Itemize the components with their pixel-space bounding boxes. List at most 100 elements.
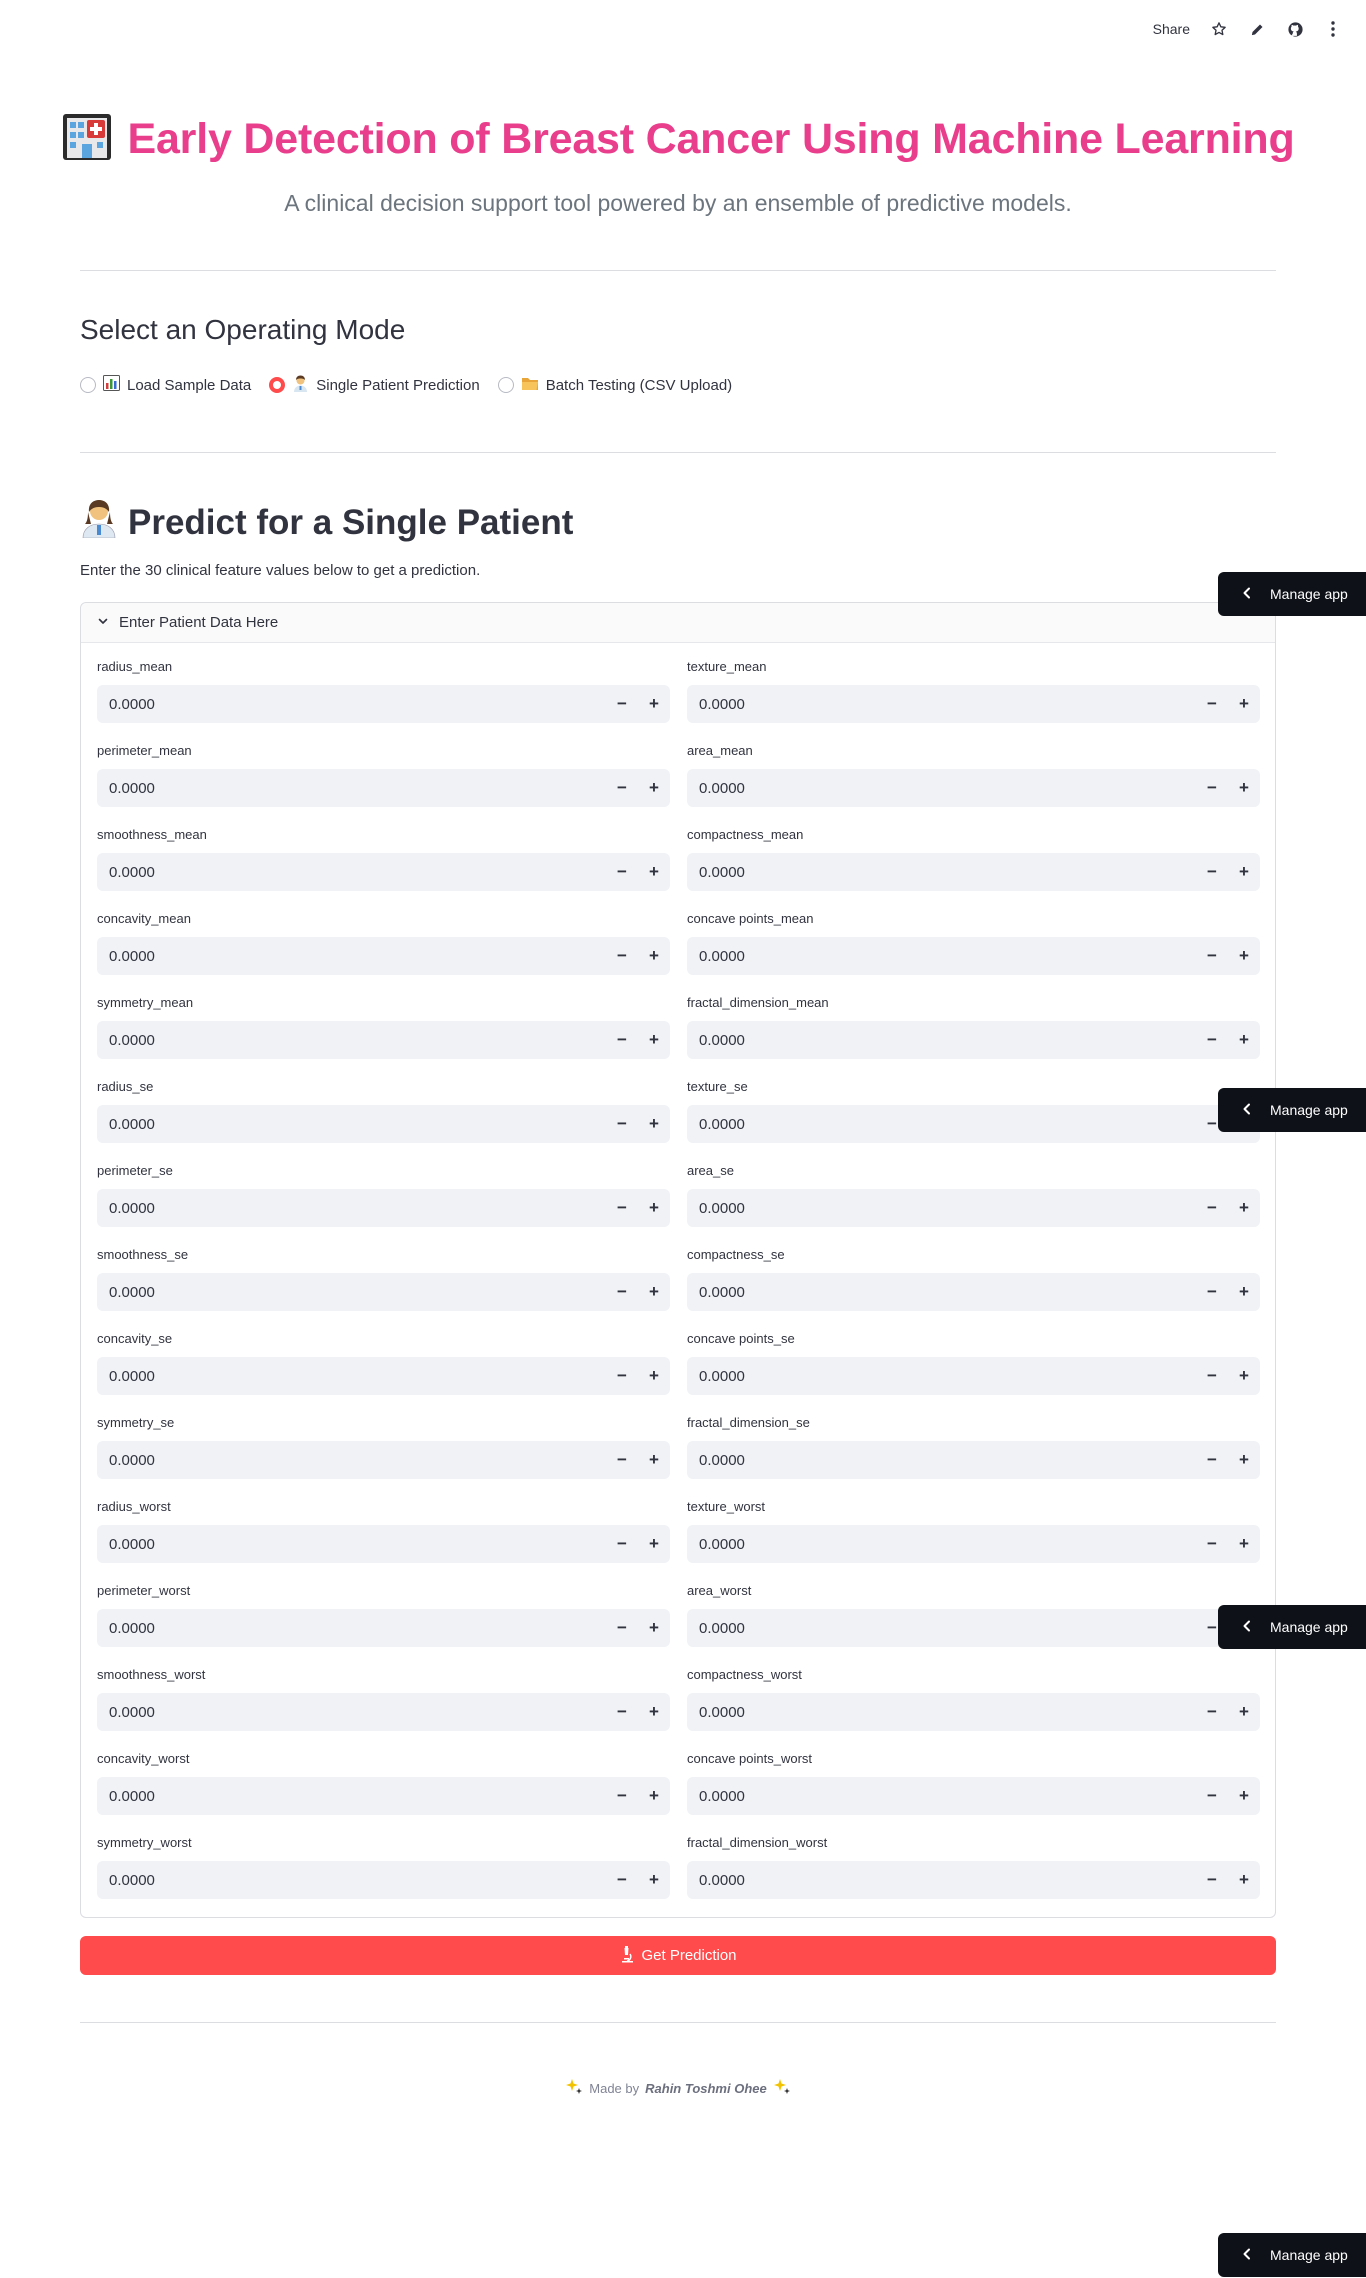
radio-button[interactable] (80, 377, 96, 393)
pencil-icon[interactable] (1248, 20, 1266, 38)
number-input-value[interactable]: 0.0000 (97, 1284, 606, 1301)
number-input[interactable]: 0.0000−+ (97, 685, 670, 723)
number-input-value[interactable]: 0.0000 (97, 1620, 606, 1637)
number-input-value[interactable]: 0.0000 (97, 1872, 606, 1889)
number-input-value[interactable]: 0.0000 (687, 1116, 1196, 1133)
number-input-value[interactable]: 0.0000 (687, 1032, 1196, 1049)
decrement-button[interactable]: − (606, 1273, 638, 1311)
radio-button[interactable] (497, 377, 514, 393)
number-input[interactable]: 0.0000−+ (687, 937, 1260, 975)
radio-batch-testing[interactable]: Batch Testing (CSV Upload) (497, 376, 732, 395)
number-input-value[interactable]: 0.0000 (687, 1872, 1196, 1889)
increment-button[interactable]: + (1228, 1021, 1260, 1059)
radio-button-selected[interactable] (269, 377, 286, 393)
share-button[interactable]: Share (1153, 21, 1190, 37)
decrement-button[interactable]: − (1196, 1861, 1228, 1899)
number-input-value[interactable]: 0.0000 (97, 696, 606, 713)
decrement-button[interactable]: − (1196, 853, 1228, 891)
number-input-value[interactable]: 0.0000 (97, 948, 606, 965)
increment-button[interactable]: + (1228, 1861, 1260, 1899)
number-input[interactable]: 0.0000−+ (687, 685, 1260, 723)
increment-button[interactable]: + (1228, 1357, 1260, 1395)
number-input[interactable]: 0.0000−+ (687, 1273, 1260, 1311)
number-input[interactable]: 0.0000−+ (687, 1441, 1260, 1479)
increment-button[interactable]: + (1228, 937, 1260, 975)
increment-button[interactable]: + (638, 1777, 670, 1815)
decrement-button[interactable]: − (606, 1609, 638, 1647)
number-input-value[interactable]: 0.0000 (97, 1032, 606, 1049)
decrement-button[interactable]: − (1196, 1777, 1228, 1815)
number-input[interactable]: 0.0000−+ (687, 1609, 1260, 1647)
number-input[interactable]: 0.0000−+ (97, 937, 670, 975)
number-input[interactable]: 0.0000−+ (97, 769, 670, 807)
decrement-button[interactable]: − (606, 1105, 638, 1143)
increment-button[interactable]: + (638, 1273, 670, 1311)
number-input-value[interactable]: 0.0000 (687, 864, 1196, 881)
number-input[interactable]: 0.0000−+ (97, 1105, 670, 1143)
manage-app-button[interactable]: Manage app (1218, 572, 1366, 616)
decrement-button[interactable]: − (1196, 769, 1228, 807)
manage-app-button[interactable]: Manage app (1218, 2233, 1366, 2277)
decrement-button[interactable]: − (606, 1357, 638, 1395)
decrement-button[interactable]: − (1196, 1441, 1228, 1479)
number-input[interactable]: 0.0000−+ (97, 1441, 670, 1479)
increment-button[interactable]: + (1228, 1777, 1260, 1815)
number-input[interactable]: 0.0000−+ (687, 1357, 1260, 1395)
get-prediction-button[interactable]: Get Prediction (80, 1936, 1276, 1975)
increment-button[interactable]: + (638, 1609, 670, 1647)
number-input-value[interactable]: 0.0000 (97, 1536, 606, 1553)
decrement-button[interactable]: − (606, 853, 638, 891)
number-input[interactable]: 0.0000−+ (97, 1273, 670, 1311)
number-input-value[interactable]: 0.0000 (97, 1452, 606, 1469)
decrement-button[interactable]: − (1196, 685, 1228, 723)
number-input-value[interactable]: 0.0000 (97, 1788, 606, 1805)
increment-button[interactable]: + (638, 937, 670, 975)
number-input-value[interactable]: 0.0000 (97, 864, 606, 881)
number-input[interactable]: 0.0000−+ (97, 1525, 670, 1563)
decrement-button[interactable]: − (1196, 1273, 1228, 1311)
number-input-value[interactable]: 0.0000 (687, 948, 1196, 965)
decrement-button[interactable]: − (606, 937, 638, 975)
number-input[interactable]: 0.0000−+ (687, 1861, 1260, 1899)
number-input[interactable]: 0.0000−+ (97, 1189, 670, 1227)
number-input[interactable]: 0.0000−+ (97, 1693, 670, 1731)
increment-button[interactable]: + (638, 1357, 670, 1395)
decrement-button[interactable]: − (1196, 1693, 1228, 1731)
number-input-value[interactable]: 0.0000 (97, 1200, 606, 1217)
increment-button[interactable]: + (638, 1525, 670, 1563)
number-input[interactable]: 0.0000−+ (97, 1021, 670, 1059)
increment-button[interactable]: + (1228, 769, 1260, 807)
number-input-value[interactable]: 0.0000 (687, 1200, 1196, 1217)
increment-button[interactable]: + (1228, 1693, 1260, 1731)
number-input-value[interactable]: 0.0000 (97, 1704, 606, 1721)
increment-button[interactable]: + (638, 1105, 670, 1143)
number-input-value[interactable]: 0.0000 (687, 1536, 1196, 1553)
decrement-button[interactable]: − (606, 1693, 638, 1731)
decrement-button[interactable]: − (1196, 937, 1228, 975)
decrement-button[interactable]: − (1196, 1021, 1228, 1059)
number-input[interactable]: 0.0000−+ (687, 1105, 1260, 1143)
increment-button[interactable]: + (638, 769, 670, 807)
increment-button[interactable]: + (1228, 1189, 1260, 1227)
number-input[interactable]: 0.0000−+ (97, 1777, 670, 1815)
number-input-value[interactable]: 0.0000 (687, 1452, 1196, 1469)
number-input[interactable]: 0.0000−+ (687, 1693, 1260, 1731)
number-input[interactable]: 0.0000−+ (687, 1189, 1260, 1227)
decrement-button[interactable]: − (1196, 1525, 1228, 1563)
number-input[interactable]: 0.0000−+ (97, 1357, 670, 1395)
increment-button[interactable]: + (1228, 1441, 1260, 1479)
number-input[interactable]: 0.0000−+ (687, 769, 1260, 807)
expander-header[interactable]: Enter Patient Data Here (81, 603, 1275, 643)
increment-button[interactable]: + (638, 1189, 670, 1227)
number-input-value[interactable]: 0.0000 (687, 780, 1196, 797)
decrement-button[interactable]: − (1196, 1357, 1228, 1395)
more-vertical-icon[interactable] (1324, 20, 1342, 38)
decrement-button[interactable]: − (606, 769, 638, 807)
radio-single-patient[interactable]: Single Patient Prediction (269, 375, 480, 396)
increment-button[interactable]: + (1228, 853, 1260, 891)
increment-button[interactable]: + (638, 853, 670, 891)
decrement-button[interactable]: − (606, 685, 638, 723)
increment-button[interactable]: + (1228, 685, 1260, 723)
number-input-value[interactable]: 0.0000 (687, 696, 1196, 713)
decrement-button[interactable]: − (606, 1189, 638, 1227)
